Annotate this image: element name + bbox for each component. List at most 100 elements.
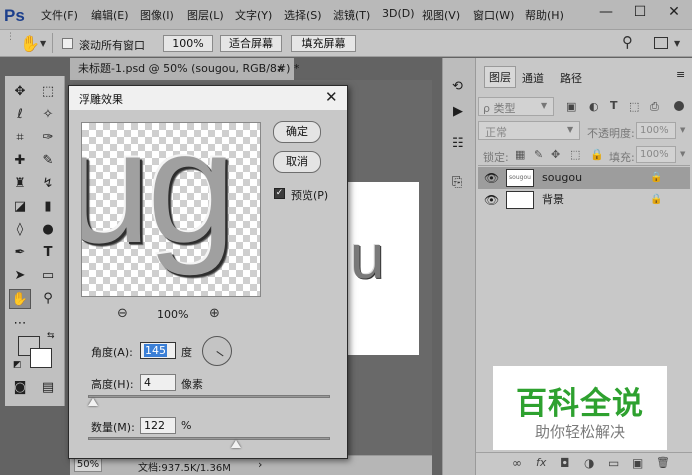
- minimize-icon[interactable]: —: [589, 0, 623, 24]
- properties-panel-icon[interactable]: ☷: [452, 136, 464, 151]
- eyedropper-icon[interactable]: ✑: [37, 128, 59, 148]
- menu-filter[interactable]: 滤镜(T): [333, 7, 370, 23]
- move-tool-icon[interactable]: ✥: [9, 82, 31, 102]
- tab-channels[interactable]: 通道: [522, 70, 544, 86]
- menu-3d[interactable]: 3D(D): [382, 7, 415, 20]
- menu-type[interactable]: 文字(Y): [235, 7, 272, 23]
- filter-pixel-icon[interactable]: ▣: [566, 100, 576, 113]
- fill-screen-button[interactable]: 填充屏幕: [291, 35, 356, 52]
- scroll-all-checkbox[interactable]: [62, 38, 73, 49]
- filter-type-icon[interactable]: T: [610, 99, 618, 112]
- menu-view[interactable]: 视图(V): [422, 7, 460, 23]
- layer-row-background[interactable]: 👁 背景 🔒: [478, 189, 690, 211]
- hand-tool-active-icon[interactable]: ✋: [9, 289, 31, 309]
- angle-field[interactable]: 145: [140, 342, 176, 359]
- lock-image-icon[interactable]: ✎: [534, 148, 543, 161]
- menu-image[interactable]: 图像(I): [140, 7, 174, 23]
- filter-smart-icon[interactable]: ⎙: [650, 100, 659, 114]
- zoom-tool-icon[interactable]: ⚲: [37, 289, 59, 309]
- clone-stamp-icon[interactable]: ♜: [9, 174, 31, 194]
- zoom-out-icon[interactable]: ⊖: [117, 306, 128, 321]
- dialog-close-icon[interactable]: ✕: [325, 88, 338, 106]
- pen-tool-icon[interactable]: ✒: [9, 243, 31, 263]
- filter-preview[interactable]: ug: [81, 122, 261, 297]
- gradient-icon[interactable]: ▮: [37, 197, 59, 217]
- blend-mode-select[interactable]: 正常 ▼: [478, 121, 580, 140]
- amount-slider-thumb[interactable]: [230, 440, 241, 448]
- delete-layer-icon[interactable]: 🗑: [656, 456, 670, 469]
- panel-menu-icon[interactable]: ≡: [676, 68, 685, 81]
- close-icon[interactable]: ✕: [657, 0, 691, 24]
- zoom-in-icon[interactable]: ⊕: [209, 306, 220, 321]
- layer-name[interactable]: sougou: [542, 167, 582, 189]
- adjustments-panel-icon[interactable]: ⎘: [452, 175, 462, 190]
- lock-transparent-icon[interactable]: ▦: [515, 148, 525, 161]
- eraser-icon[interactable]: ◪: [9, 197, 31, 217]
- new-layer-icon[interactable]: ▣: [632, 456, 643, 470]
- default-colors-icon[interactable]: ◩: [13, 360, 22, 370]
- height-slider-track[interactable]: [88, 395, 330, 398]
- layer-row-sougou[interactable]: 👁 sougou sougou 🔒: [478, 167, 690, 189]
- crop-tool-icon[interactable]: ⌗: [9, 128, 31, 148]
- lock-artboard-icon[interactable]: ⬚: [570, 148, 580, 161]
- workspace-dropdown-icon[interactable]: ▼: [674, 39, 680, 48]
- link-layers-icon[interactable]: ∞: [512, 456, 522, 470]
- document-tab[interactable]: 未标题-1.psd @ 50% (sougou, RGB/8#) * ×: [70, 58, 299, 80]
- path-select-icon[interactable]: ➤: [9, 266, 31, 286]
- actions-panel-icon[interactable]: ▶: [453, 104, 463, 119]
- brush-tool-icon[interactable]: ✎: [37, 151, 59, 171]
- layer-mask-icon[interactable]: ◘: [560, 456, 570, 470]
- filter-shape-icon[interactable]: ⬚: [629, 100, 639, 113]
- visibility-eye-icon[interactable]: 👁: [484, 167, 499, 189]
- screen-mode-icon[interactable]: ▤: [37, 378, 59, 398]
- history-brush-icon[interactable]: ↯: [37, 174, 59, 194]
- magic-wand-icon[interactable]: ✧: [37, 105, 59, 125]
- fill-dropdown-icon[interactable]: ▼: [680, 150, 685, 158]
- fx-icon[interactable]: fx: [536, 456, 546, 469]
- menu-layer[interactable]: 图层(L): [187, 7, 224, 23]
- tab-layers[interactable]: 图层: [484, 66, 516, 88]
- fit-screen-button[interactable]: 适合屏幕: [220, 35, 282, 52]
- new-group-icon[interactable]: ▭: [608, 456, 619, 470]
- quick-mask-icon[interactable]: ◙: [9, 378, 31, 398]
- rectangle-tool-icon[interactable]: ▭: [37, 266, 59, 286]
- visibility-eye-icon[interactable]: 👁: [484, 189, 499, 211]
- background-color-swatch[interactable]: [30, 348, 52, 368]
- tab-paths[interactable]: 路径: [560, 70, 582, 86]
- opacity-dropdown-icon[interactable]: ▼: [680, 126, 685, 134]
- cancel-button[interactable]: 取消: [273, 151, 321, 173]
- height-slider-thumb[interactable]: [87, 398, 98, 406]
- filter-adjust-icon[interactable]: ◐: [589, 100, 599, 113]
- search-icon[interactable]: ⚲: [622, 33, 633, 51]
- tool-preset-dropdown-icon[interactable]: ▼: [40, 39, 46, 48]
- opacity-field[interactable]: 100%: [636, 122, 676, 139]
- history-panel-icon[interactable]: ⟲: [452, 79, 463, 94]
- lock-position-icon[interactable]: ✥: [551, 148, 560, 161]
- menu-edit[interactable]: 编辑(E): [91, 7, 129, 23]
- amount-slider-track[interactable]: [88, 437, 330, 440]
- workspace-icon[interactable]: [654, 37, 668, 49]
- marquee-tool-icon[interactable]: ⬚: [37, 82, 59, 102]
- swap-colors-icon[interactable]: ⇆: [47, 331, 55, 341]
- fill-field[interactable]: 100%: [636, 146, 676, 163]
- preview-checkbox[interactable]: ✓: [274, 188, 285, 199]
- filter-toggle-icon[interactable]: [674, 101, 684, 111]
- amount-field[interactable]: 122: [140, 417, 176, 434]
- status-menu-arrow[interactable]: ›: [258, 458, 262, 471]
- menu-help[interactable]: 帮助(H): [525, 7, 564, 23]
- dodge-tool-icon[interactable]: ●: [37, 220, 59, 240]
- menu-window[interactable]: 窗口(W): [473, 7, 514, 23]
- healing-brush-icon[interactable]: ✚: [9, 151, 31, 171]
- hand-tool-icon[interactable]: ✋: [20, 34, 40, 53]
- blur-tool-icon[interactable]: ◊: [9, 220, 31, 240]
- layer-filter-select[interactable]: ρ 类型 ▼: [478, 97, 554, 116]
- lock-all-icon[interactable]: 🔒: [590, 148, 604, 161]
- dialog-title-bar[interactable]: 浮雕效果 ✕: [69, 86, 347, 110]
- type-tool-icon[interactable]: T: [37, 243, 59, 263]
- angle-dial[interactable]: [202, 336, 232, 366]
- status-zoom[interactable]: 50%: [74, 458, 102, 472]
- menu-file[interactable]: 文件(F): [41, 7, 78, 23]
- zoom-100-button[interactable]: 100%: [163, 35, 213, 52]
- more-tools-icon[interactable]: ⋯: [9, 314, 31, 334]
- height-field[interactable]: 4: [140, 374, 176, 391]
